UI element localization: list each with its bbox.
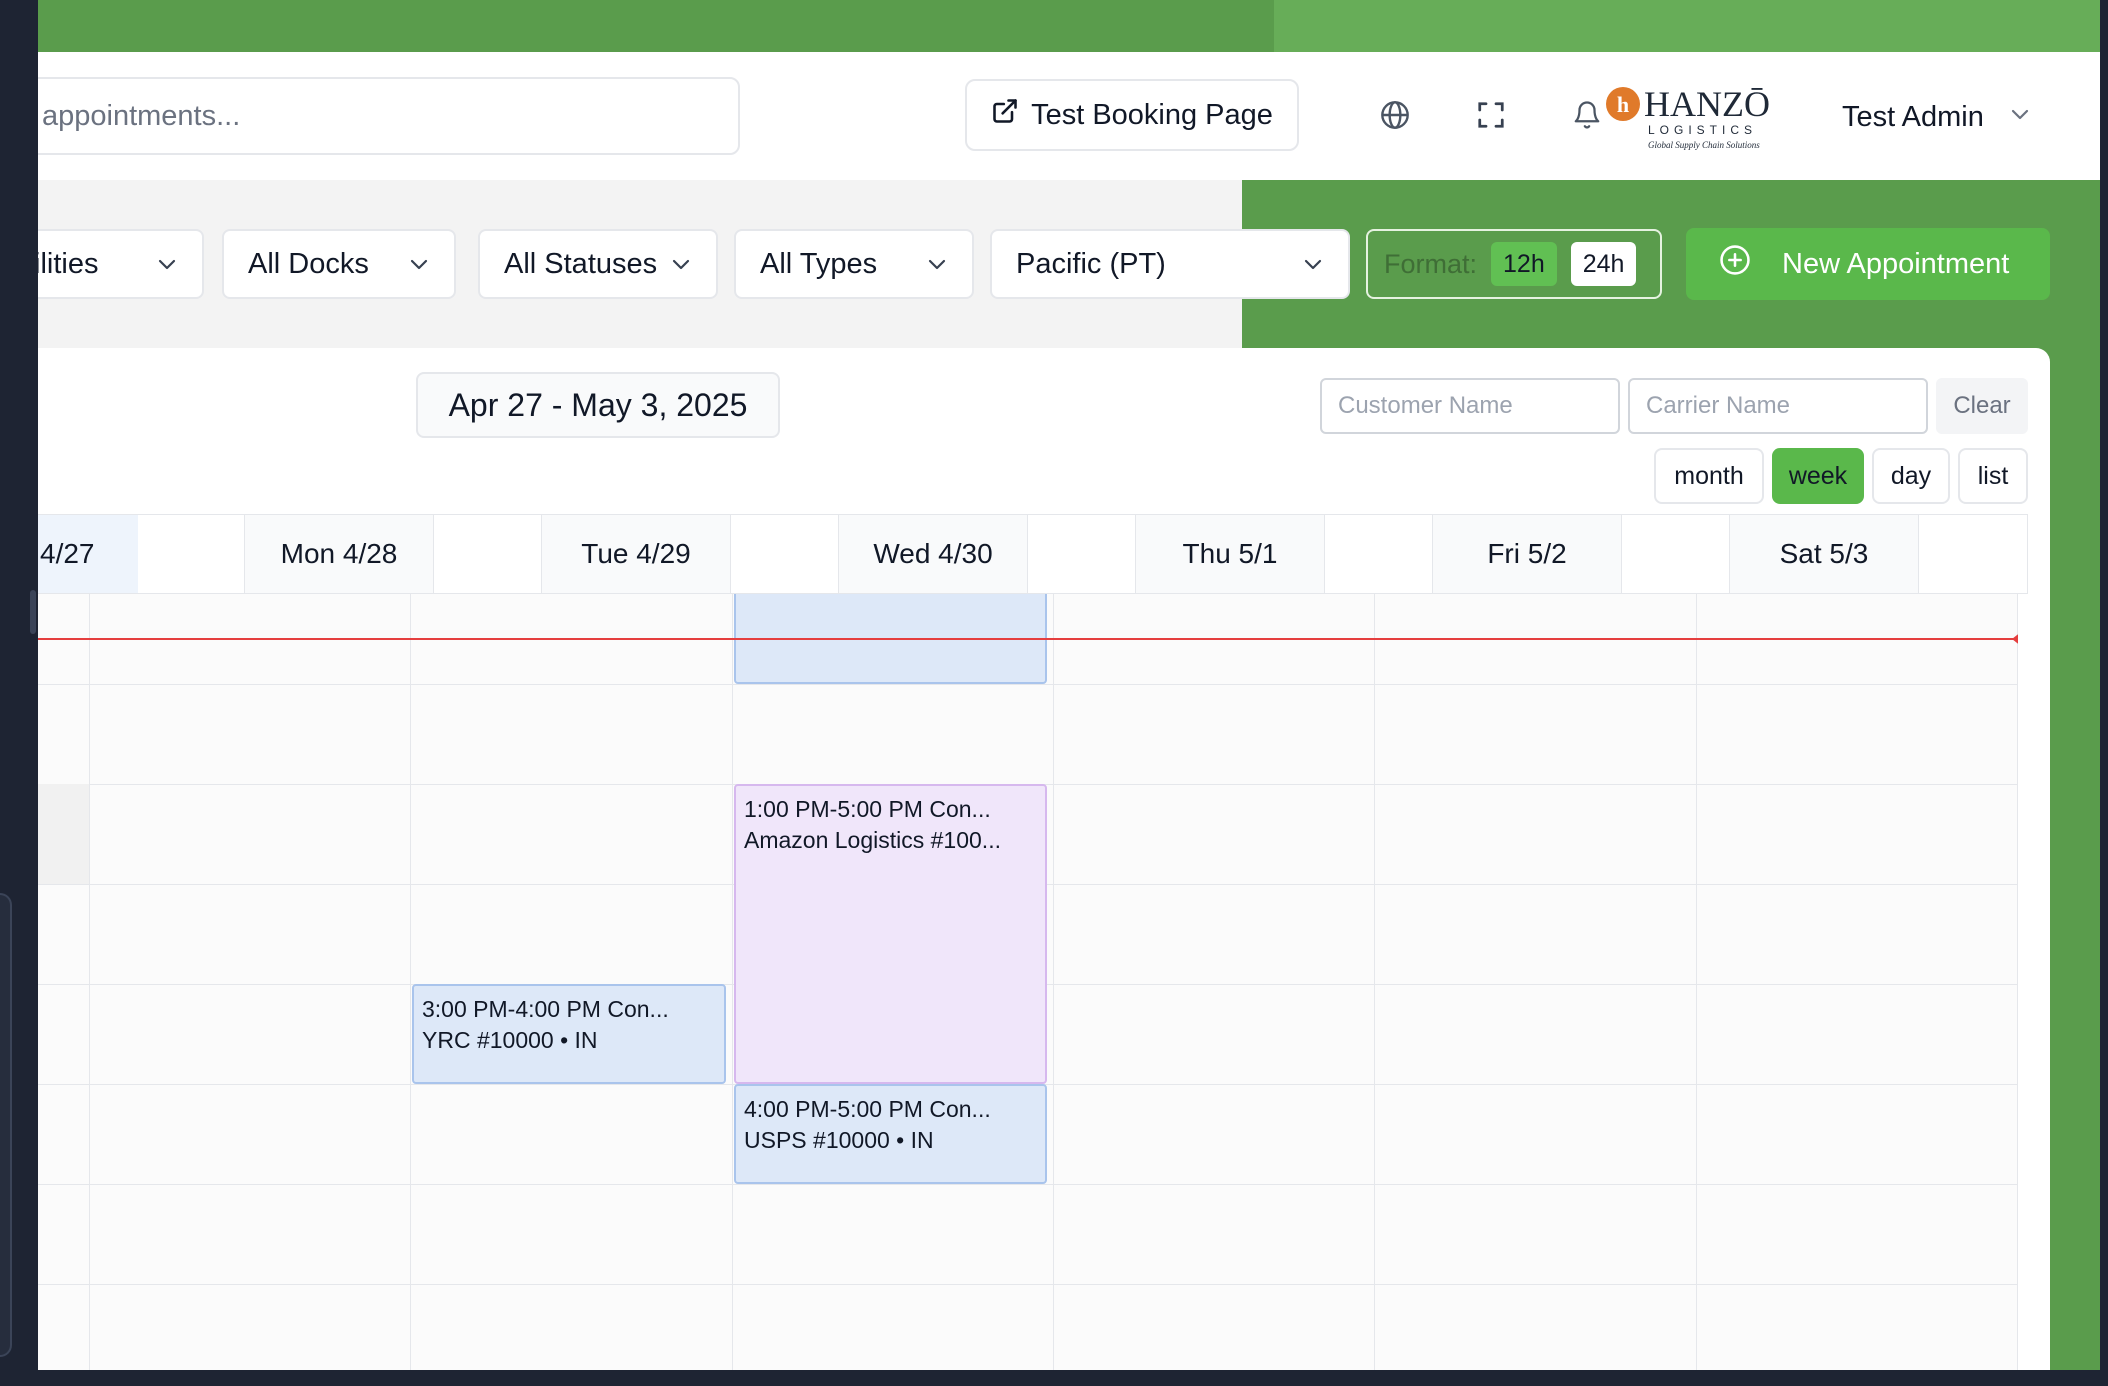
column-divider	[732, 594, 733, 1370]
new-appointment-label: New Appointment	[1782, 247, 2010, 280]
clear-button[interactable]: Clear	[1936, 378, 2028, 434]
view-day-button[interactable]: day	[1872, 448, 1950, 504]
appointment-event[interactable]: 1:00 PM-5:00 PM Con... Amazon Logistics …	[734, 784, 1047, 1084]
appointment-event[interactable]: 4:00 PM-5:00 PM Con... USPS #10000 • IN	[734, 1084, 1047, 1184]
user-menu[interactable]: Test Admin	[1842, 82, 2032, 152]
facilities-dropdown-value: ilities	[38, 247, 99, 280]
event-time: 3:00 PM-4:00 PM Con...	[422, 996, 669, 1022]
event-details: YRC #10000 • IN	[422, 1027, 598, 1053]
header-bar: Test Booking Page h HANZŌ LOGISTICS Glob…	[38, 52, 2100, 181]
logo-tagline-text: Global Supply Chain Solutions	[1648, 140, 1760, 150]
facilities-dropdown[interactable]: ilities	[38, 229, 204, 299]
chevron-down-icon	[1300, 251, 1326, 277]
calendar-day-headers: 4/27 Mon 4/28 Tue 4/29 Wed 4/30 Thu 5/1 …	[38, 514, 2028, 594]
plus-circle-icon	[1718, 243, 1752, 285]
time-slot-row[interactable]	[38, 1184, 2018, 1284]
test-booking-page-label: Test Booking Page	[1031, 98, 1273, 131]
format-label: Format:	[1384, 248, 1478, 279]
statuses-dropdown-value: All Statuses	[504, 247, 658, 280]
timezone-dropdown[interactable]: Pacific (PT)	[990, 229, 1350, 299]
column-divider	[410, 594, 411, 1370]
event-time: 4:00 PM-5:00 PM Con...	[744, 1096, 991, 1122]
time-slot-row[interactable]	[38, 1284, 2018, 1370]
day-header-fri[interactable]: Fri 5/2	[1432, 515, 1622, 593]
globe-icon[interactable]	[1372, 92, 1418, 138]
format-24h-option[interactable]: 24h	[1570, 242, 1637, 286]
view-list-button[interactable]: list	[1958, 448, 2028, 504]
event-details: Amazon Logistics #100...	[744, 827, 1001, 853]
column-divider	[1053, 594, 1054, 1370]
sidebar-edge	[30, 590, 36, 634]
day-header-tue[interactable]: Tue 4/29	[541, 515, 731, 593]
types-dropdown[interactable]: All Types	[734, 229, 974, 299]
event-time: 1:00 PM-5:00 PM Con...	[744, 796, 991, 822]
time-format-toggle: Format: 12h 24h	[1366, 229, 1662, 299]
app-window: Test Booking Page h HANZŌ LOGISTICS Glob…	[38, 0, 2100, 1370]
timezone-dropdown-value: Pacific (PT)	[1016, 247, 1166, 280]
carrier-name-input[interactable]	[1628, 378, 1928, 434]
new-appointment-button[interactable]: New Appointment	[1686, 228, 2050, 300]
calendar-grid: 1:00 PM-5:00 PM Con... Amazon Logistics …	[38, 594, 2018, 1370]
current-time-indicator	[38, 638, 2018, 640]
user-name: Test Admin	[1842, 100, 1984, 133]
chevron-down-icon	[2008, 101, 2032, 134]
chevron-down-icon	[924, 251, 950, 277]
test-booking-page-button[interactable]: Test Booking Page	[965, 79, 1299, 151]
event-details: USPS #10000 • IN	[744, 1127, 934, 1153]
calendar-card: Apr 27 - May 3, 2025 Clear month week da…	[38, 348, 2050, 1370]
types-dropdown-value: All Types	[760, 247, 878, 280]
svg-text:h: h	[1617, 92, 1629, 117]
day-header-mon[interactable]: Mon 4/28	[244, 515, 434, 593]
column-divider	[2017, 594, 2018, 1370]
day-header-sat[interactable]: Sat 5/3	[1729, 515, 1919, 593]
external-link-icon	[991, 97, 1019, 133]
current-time-marker	[2012, 631, 2018, 647]
column-divider	[1696, 594, 1697, 1370]
view-month-button[interactable]: month	[1654, 448, 1764, 504]
view-week-button[interactable]: week	[1772, 448, 1864, 504]
day-header-thu[interactable]: Thu 5/1	[1135, 515, 1325, 593]
customer-name-input[interactable]	[1320, 378, 1620, 434]
sidebar-panel-edge	[0, 893, 12, 1357]
date-range-title: Apr 27 - May 3, 2025	[416, 372, 780, 438]
logo-brand-text: HANZŌ	[1644, 84, 1770, 124]
statuses-dropdown[interactable]: All Statuses	[478, 229, 718, 299]
chevron-down-icon	[668, 251, 694, 277]
hanzo-logo: h HANZŌ LOGISTICS Global Supply Chain So…	[1604, 82, 1780, 154]
search-box[interactable]	[38, 77, 740, 155]
top-banner-right	[1274, 0, 2100, 52]
docks-dropdown[interactable]: All Docks	[222, 229, 456, 299]
day-header-wed[interactable]: Wed 4/30	[838, 515, 1028, 593]
time-gutter-highlight	[38, 784, 89, 884]
appointment-event[interactable]: 3:00 PM-4:00 PM Con... YRC #10000 • IN	[412, 984, 726, 1084]
logo-sub-text: LOGISTICS	[1648, 123, 1757, 137]
fullscreen-icon[interactable]	[1468, 92, 1514, 138]
search-input[interactable]	[42, 79, 642, 153]
time-slot-row[interactable]	[38, 684, 2018, 784]
day-header-sun[interactable]: 4/27	[38, 515, 138, 593]
column-divider	[1374, 594, 1375, 1370]
docks-dropdown-value: All Docks	[248, 247, 369, 280]
chevron-down-icon	[406, 251, 432, 277]
chevron-down-icon	[154, 251, 180, 277]
column-divider	[89, 594, 90, 1370]
format-12h-option[interactable]: 12h	[1491, 242, 1557, 286]
